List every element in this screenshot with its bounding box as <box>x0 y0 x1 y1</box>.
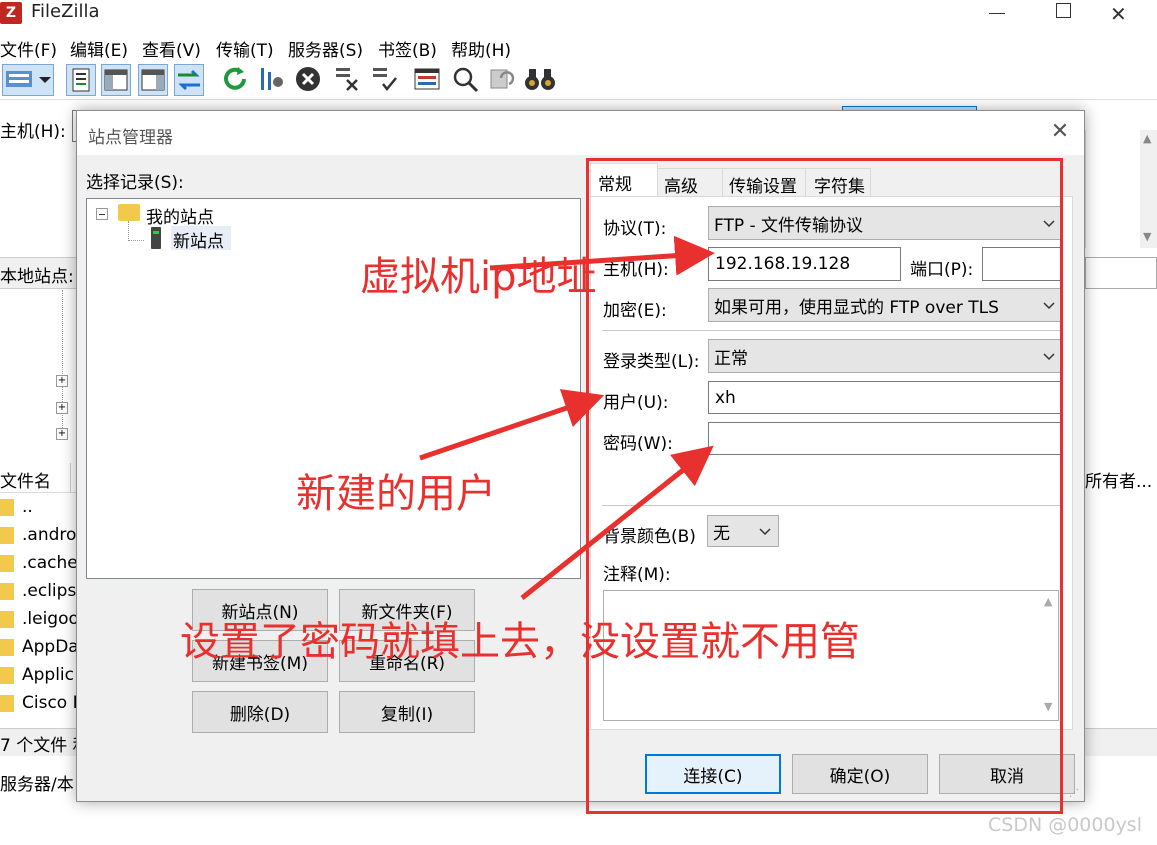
watermark: CSDN @0000ysl <box>988 814 1142 836</box>
arrow-to-user <box>419 389 605 461</box>
annotation-password-note: 设置了密码就填上去，没设置就不用管 <box>180 619 860 665</box>
annotation-new-user: 新建的用户 <box>296 471 496 517</box>
annotation-arrows <box>419 235 715 600</box>
annotation-vm-ip: 虚拟机ip地址 <box>360 254 597 300</box>
arrow-to-password <box>520 445 714 600</box>
